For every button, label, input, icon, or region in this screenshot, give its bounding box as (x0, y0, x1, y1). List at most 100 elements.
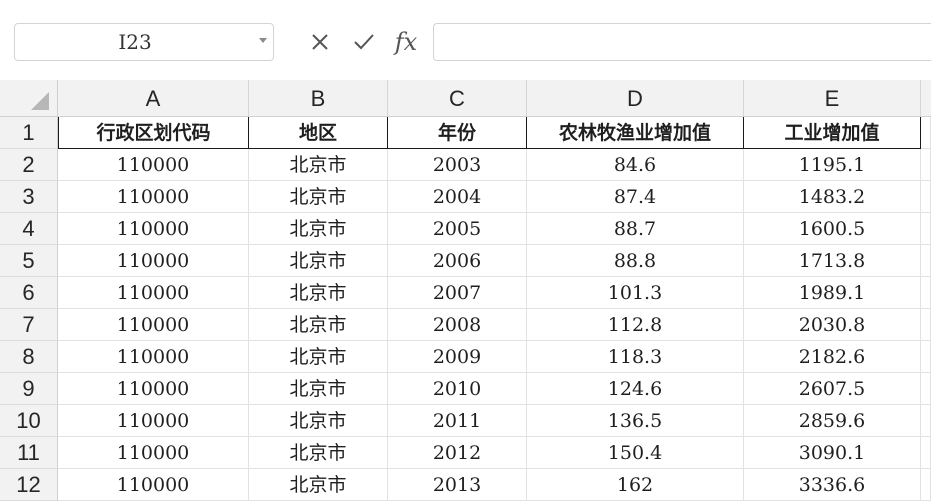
table-cell[interactable] (921, 341, 931, 373)
confirm-icon[interactable] (347, 26, 381, 58)
table-cell[interactable]: 110000 (58, 309, 249, 341)
row-header-11[interactable]: 11 (0, 437, 58, 469)
table-cell[interactable]: 北京市 (249, 277, 388, 309)
row-header-6[interactable]: 6 (0, 277, 58, 309)
row-header-12[interactable]: 12 (0, 469, 58, 501)
row-header-8[interactable]: 8 (0, 341, 58, 373)
select-all-corner[interactable] (0, 80, 58, 117)
table-cell[interactable]: 北京市 (249, 245, 388, 277)
table-cell[interactable]: 88.7 (527, 213, 744, 245)
row-header-7[interactable]: 7 (0, 309, 58, 341)
table-cell[interactable]: 162 (527, 469, 744, 501)
table-cell[interactable]: 北京市 (249, 373, 388, 405)
table-cell[interactable]: 北京市 (249, 181, 388, 213)
formula-input[interactable] (433, 23, 931, 61)
table-cell[interactable]: 84.6 (527, 149, 744, 181)
column-header-c[interactable]: C (388, 80, 527, 117)
table-cell[interactable]: 136.5 (527, 405, 744, 437)
header-cell[interactable]: 农林牧渔业增加值 (527, 117, 744, 149)
table-cell[interactable] (921, 309, 931, 341)
select-all-icon[interactable] (31, 92, 49, 110)
row-header-4[interactable]: 4 (0, 213, 58, 245)
table-cell[interactable]: 2006 (388, 245, 527, 277)
column-header-a[interactable]: A (58, 80, 249, 117)
table-cell[interactable]: 124.6 (527, 373, 744, 405)
table-cell[interactable]: 87.4 (527, 181, 744, 213)
table-cell[interactable]: 1713.8 (744, 245, 921, 277)
table-cell[interactable] (921, 405, 931, 437)
table-cell[interactable]: 2005 (388, 213, 527, 245)
row-header-5[interactable]: 5 (0, 245, 58, 277)
table-cell[interactable]: 北京市 (249, 437, 388, 469)
table-cell[interactable]: 2607.5 (744, 373, 921, 405)
table-cell[interactable]: 2007 (388, 277, 527, 309)
table-cell[interactable]: 北京市 (249, 341, 388, 373)
table-cell[interactable]: 110000 (58, 149, 249, 181)
table-cell[interactable]: 110000 (58, 245, 249, 277)
table-cell[interactable] (921, 149, 931, 181)
row-header-9[interactable]: 9 (0, 373, 58, 405)
table-cell[interactable] (921, 437, 931, 469)
table-cell[interactable]: 110000 (58, 213, 249, 245)
table-cell[interactable]: 118.3 (527, 341, 744, 373)
row-header-2[interactable]: 2 (0, 149, 58, 181)
header-cell[interactable]: 年份 (388, 117, 527, 149)
table-cell[interactable]: 1600.5 (744, 213, 921, 245)
table-cell[interactable]: 110000 (58, 437, 249, 469)
table-cell[interactable]: 110000 (58, 373, 249, 405)
table-cell[interactable]: 2011 (388, 405, 527, 437)
column-header-b[interactable]: B (249, 80, 388, 117)
table-cell[interactable]: 112.8 (527, 309, 744, 341)
table-cell[interactable]: 3090.1 (744, 437, 921, 469)
column-header-e[interactable]: E (744, 80, 921, 117)
table-cell[interactable]: 1483.2 (744, 181, 921, 213)
table-cell[interactable]: 2013 (388, 469, 527, 501)
table-cell[interactable]: 88.8 (527, 245, 744, 277)
formula-toolbar: I23 fx (0, 0, 931, 80)
table-cell[interactable]: 北京市 (249, 469, 388, 501)
table-cell[interactable]: 2010 (388, 373, 527, 405)
table-cell[interactable]: 150.4 (527, 437, 744, 469)
table-cell[interactable]: 110000 (58, 405, 249, 437)
table-cell[interactable] (921, 181, 931, 213)
table-cell[interactable]: 110000 (58, 277, 249, 309)
table-cell[interactable]: 北京市 (249, 149, 388, 181)
table-cell[interactable]: 110000 (58, 341, 249, 373)
row-header-10[interactable]: 10 (0, 405, 58, 437)
table-cell[interactable]: 2009 (388, 341, 527, 373)
cancel-icon[interactable] (303, 26, 337, 58)
header-cell[interactable]: 行政区划代码 (58, 117, 249, 149)
column-header-d[interactable]: D (527, 80, 744, 117)
table-cell[interactable] (921, 213, 931, 245)
table-cell[interactable]: 110000 (58, 181, 249, 213)
table-cell[interactable] (921, 245, 931, 277)
table-cell[interactable]: 2008 (388, 309, 527, 341)
table-cell[interactable]: 3336.6 (744, 469, 921, 501)
name-box-value[interactable]: I23 (15, 24, 255, 60)
table-cell[interactable]: 2030.8 (744, 309, 921, 341)
table-cell[interactable]: 2012 (388, 437, 527, 469)
table-cell[interactable]: 北京市 (249, 405, 388, 437)
table-cell[interactable] (921, 117, 931, 149)
chevron-down-icon[interactable] (259, 38, 267, 43)
table-cell[interactable]: 2859.6 (744, 405, 921, 437)
table-cell[interactable]: 2004 (388, 181, 527, 213)
row-header-3[interactable]: 3 (0, 181, 58, 213)
table-cell[interactable]: 北京市 (249, 309, 388, 341)
table-cell[interactable]: 1195.1 (744, 149, 921, 181)
header-cell[interactable]: 地区 (249, 117, 388, 149)
table-cell[interactable] (921, 373, 931, 405)
table-cell[interactable]: 110000 (58, 469, 249, 501)
table-cell[interactable]: 2182.6 (744, 341, 921, 373)
table-cell[interactable]: 1989.1 (744, 277, 921, 309)
header-cell[interactable]: 工业增加值 (744, 117, 921, 149)
insert-function-icon[interactable]: fx (389, 26, 423, 58)
table-cell[interactable] (921, 277, 931, 309)
row-header-1[interactable]: 1 (0, 117, 58, 149)
table-cell[interactable]: 2003 (388, 149, 527, 181)
table-cell[interactable]: 北京市 (249, 213, 388, 245)
table-cell[interactable]: 101.3 (527, 277, 744, 309)
table-cell[interactable] (921, 469, 931, 501)
column-header-f[interactable] (921, 80, 931, 117)
name-box[interactable]: I23 (14, 23, 274, 61)
